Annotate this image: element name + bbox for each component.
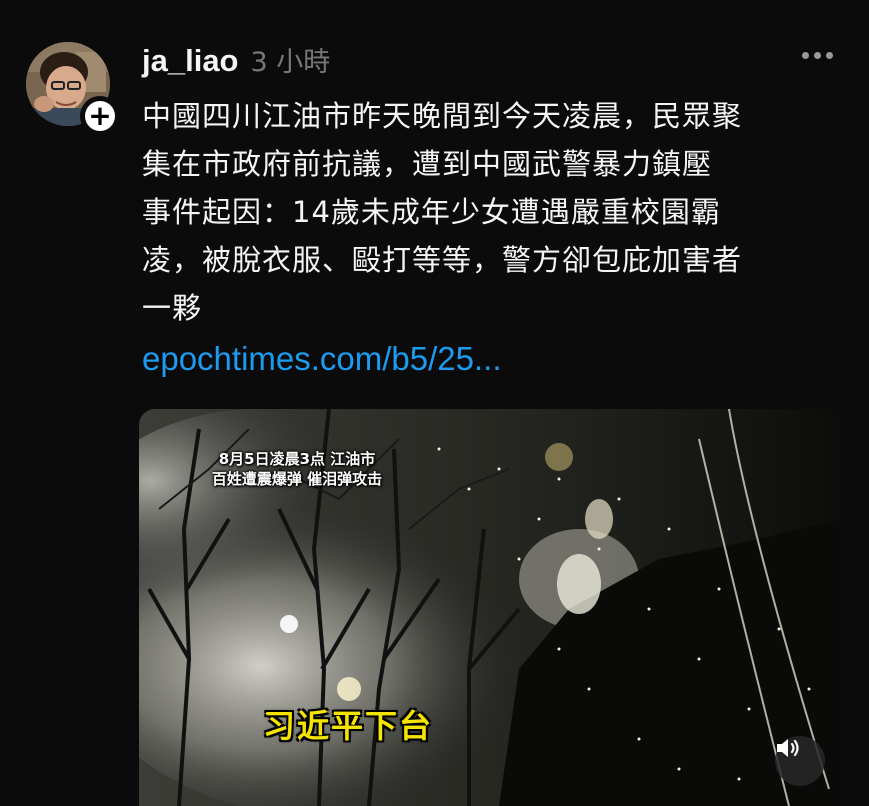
- more-options-icon-dot: [826, 52, 833, 59]
- timestamp: 3 小時: [250, 47, 331, 78]
- post-body-line: 一夥: [142, 291, 203, 325]
- video-caption-line: 百姓遭震爆弹 催泪弹攻击: [211, 470, 383, 488]
- post-body: 中國四川江油市昨天晚間到今天凌晨，民眾聚 集在市政府前抗議，遭到中國武警暴力鎮壓…: [142, 92, 842, 332]
- plus-icon: +: [88, 99, 112, 132]
- article-link[interactable]: epochtimes.com/b5/25...: [142, 340, 502, 378]
- follow-button[interactable]: +: [80, 96, 120, 136]
- video-caption-top: 8月5日凌晨3点 江油市 百姓遭震爆弹 催泪弹攻击: [167, 449, 427, 489]
- video-caption-main: 习近平下台: [263, 707, 434, 745]
- speaker-icon: [777, 739, 799, 757]
- username[interactable]: ja_liao: [142, 43, 239, 79]
- more-options-icon-dot: [802, 52, 809, 59]
- post-header: ja_liao 3 小時: [142, 40, 330, 80]
- mute-button[interactable]: [775, 736, 825, 786]
- post-body-line: 事件起因：14歲未成年少女遭遇嚴重校園霸: [142, 195, 721, 229]
- thread-post: + ja_liao 3 小時 中國四川江油市昨天晚間到今天凌晨，民眾聚 集在市政…: [0, 0, 869, 806]
- post-body-line: 集在市政府前抗議，遭到中國武警暴力鎮壓: [142, 147, 713, 181]
- post-body-line: 凌，被脫衣服、毆打等等，警方卻包庇加害者: [142, 243, 743, 277]
- video-player[interactable]: 8月5日凌晨3点 江油市 百姓遭震爆弹 催泪弹攻击 习近平下台: [139, 409, 841, 806]
- avatar-container[interactable]: +: [26, 42, 120, 136]
- video-caption-line: 8月5日凌晨3点 江油市: [218, 450, 376, 468]
- post-body-line: 中國四川江油市昨天晚間到今天凌晨，民眾聚: [142, 99, 743, 133]
- more-options-icon-dot: [814, 52, 821, 59]
- more-options-button[interactable]: [802, 52, 833, 59]
